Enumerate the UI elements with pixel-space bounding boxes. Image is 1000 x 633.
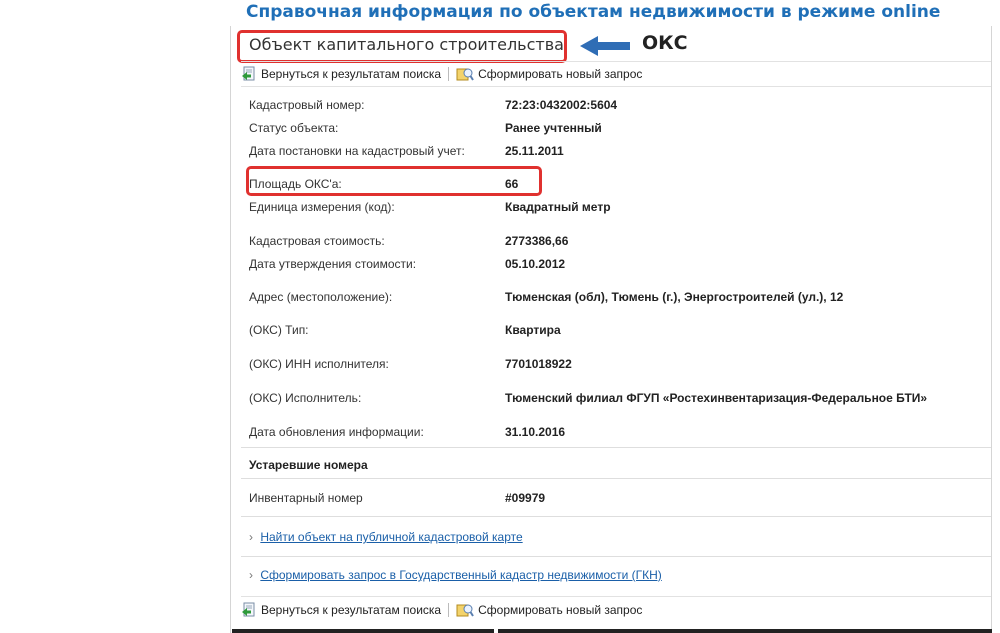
field-label: Кадастровая стоимость: <box>249 234 385 248</box>
field-row: Кадастровая стоимость: 2773386,66 <box>249 233 949 249</box>
field-value: Квадратный метр <box>505 200 611 214</box>
back-document-icon <box>242 602 255 616</box>
section-divider <box>241 556 991 557</box>
page-heading: Справочная информация по объектам недвиж… <box>246 2 941 22</box>
toolbar-separator <box>448 602 450 617</box>
field-value: 05.10.2012 <box>505 257 566 271</box>
section-divider <box>241 478 991 479</box>
back-to-results-label: Вернуться к результатам поиска <box>261 67 442 81</box>
new-query-label: Сформировать новый запрос <box>478 602 643 617</box>
toolbar-separator <box>448 67 450 81</box>
field-row: Дата обновления информации: 31.10.2016 <box>249 424 949 440</box>
field-value: Квартира <box>505 323 561 337</box>
field-label: (ОКС) Исполнитель: <box>249 391 362 405</box>
field-row: Дата постановки на кадастровый учет: 25.… <box>249 143 949 159</box>
public-map-link[interactable]: Найти объект на публичной кадастровой ка… <box>260 530 522 544</box>
field-label: Дата постановки на кадастровый учет: <box>249 144 465 158</box>
field-row: Статус объекта: Ранее учтенный <box>249 120 949 136</box>
area-highlight <box>246 166 542 196</box>
field-label: Кадастровый номер: <box>249 98 365 112</box>
object-title-highlight <box>237 30 567 63</box>
section-divider <box>241 516 991 517</box>
field-value: 7701018922 <box>505 357 572 371</box>
bottom-edge-gap <box>494 629 498 633</box>
field-value: Тюменский филиал ФГУП «Ростехинвентариза… <box>505 391 928 405</box>
field-label: Инвентарный номер <box>249 491 363 505</box>
field-label: Адрес (местоположение): <box>249 290 393 304</box>
field-value: #09979 <box>505 491 546 505</box>
gkn-request-link-row: › Сформировать запрос в Государственный … <box>249 568 662 582</box>
field-row: (ОКС) Исполнитель: Тюменский филиал ФГУП… <box>249 390 949 406</box>
chevron-right-icon: › <box>249 530 253 544</box>
obsolete-row: Инвентарный номер #09979 <box>249 490 949 506</box>
back-to-results-button[interactable]: Вернуться к результатам поиска <box>241 66 441 82</box>
back-to-results-button[interactable]: Вернуться к результатам поиска <box>241 602 441 618</box>
field-label: Статус объекта: <box>249 121 339 135</box>
new-query-icon <box>456 68 474 81</box>
arrow-left-icon <box>580 36 630 56</box>
field-row: Дата утверждения стоимости: 05.10.2012 <box>249 256 949 272</box>
back-to-results-label: Вернуться к результатам поиска <box>261 602 442 617</box>
field-label: (ОКС) ИНН исполнителя: <box>249 357 389 371</box>
new-query-label: Сформировать новый запрос <box>478 67 643 81</box>
bottom-edge-bar <box>232 629 992 633</box>
field-row: (ОКС) ИНН исполнителя: 7701018922 <box>249 356 949 372</box>
field-label: (ОКС) Тип: <box>249 323 309 337</box>
field-label: Дата утверждения стоимости: <box>249 257 417 271</box>
public-map-link-row: › Найти объект на публичной кадастровой … <box>249 530 523 544</box>
obsolete-numbers-heading: Устаревшие номера <box>249 458 368 472</box>
new-query-icon <box>456 604 474 617</box>
field-value: 72:23:0432002:5604 <box>505 98 618 112</box>
field-value: Ранее учтенный <box>505 121 602 135</box>
gkn-request-link[interactable]: Сформировать запрос в Государственный ка… <box>260 568 661 582</box>
field-value: Тюменская (обл), Тюмень (г.), Энергостро… <box>505 290 844 304</box>
new-query-button[interactable]: Сформировать новый запрос <box>456 66 642 82</box>
new-query-button[interactable]: Сформировать новый запрос <box>456 602 642 618</box>
field-row: Адрес (местоположение): Тюменская (обл),… <box>249 289 949 305</box>
callout-label: ОКС <box>642 32 688 54</box>
toolbar-bottom: Вернуться к результатам поиска Сформиров… <box>241 596 991 622</box>
field-label: Дата обновления информации: <box>249 425 424 439</box>
field-label: Единица измерения (код): <box>249 200 395 214</box>
field-value: 31.10.2016 <box>505 425 566 439</box>
section-divider <box>241 447 991 448</box>
field-value: 25.11.2011 <box>505 144 564 158</box>
toolbar-top: Вернуться к результатам поиска Сформиров… <box>241 61 991 87</box>
field-row: Кадастровый номер: 72:23:0432002:5604 <box>249 97 949 113</box>
field-value: 2773386,66 <box>505 234 569 248</box>
field-row: (ОКС) Тип: Квартира <box>249 322 949 338</box>
field-row: Единица измерения (код): Квадратный метр <box>249 199 949 215</box>
chevron-right-icon: › <box>249 568 253 582</box>
back-document-icon <box>242 66 255 81</box>
